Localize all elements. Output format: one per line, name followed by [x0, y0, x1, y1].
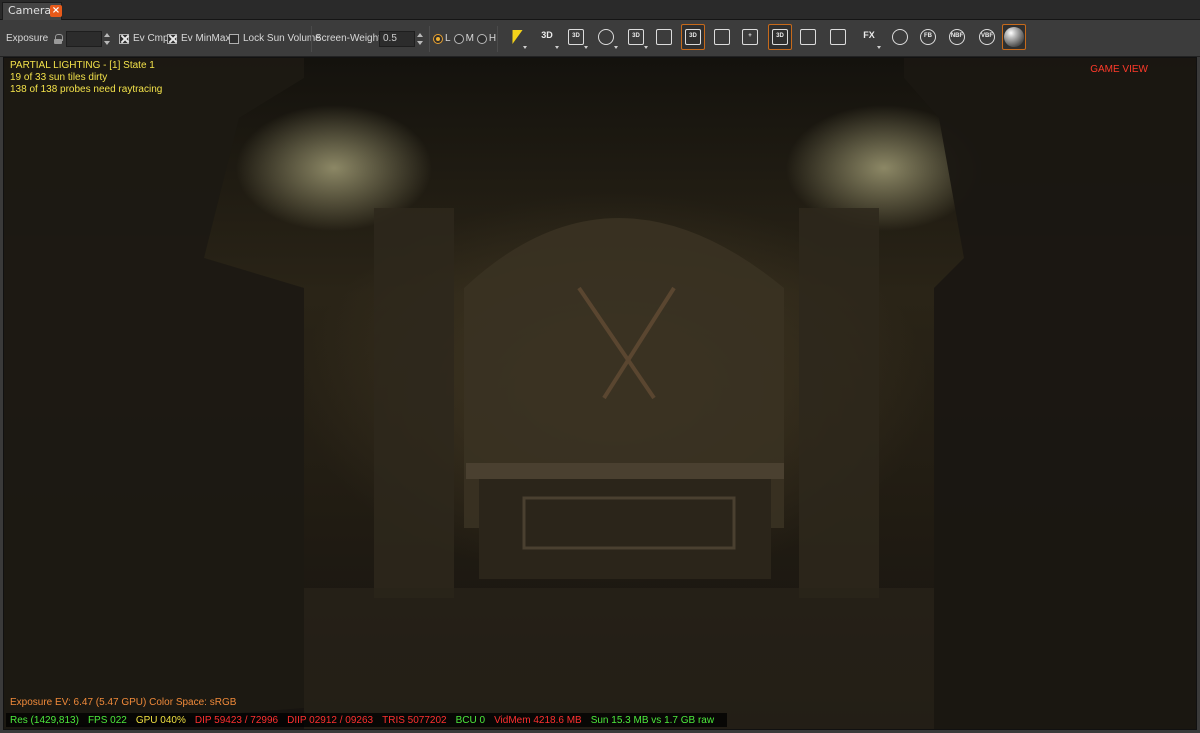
toolbar-separator — [429, 25, 430, 52]
lightning-icon — [507, 30, 523, 44]
lighting-state-text: PARTIAL LIGHTING - [1] State 1 — [10, 60, 155, 71]
lock-box-icon — [656, 29, 672, 45]
add-probe-icon: + — [742, 29, 758, 45]
ev-minmax-checkbox[interactable] — [167, 33, 177, 44]
dip-stat: DIP 59423 / 72996 — [194, 714, 279, 726]
performance-status-bar: Res (1429,813) FPS 022 GPU 040% DIP 5942… — [6, 713, 728, 727]
view-3d-icon: 3D — [568, 29, 584, 45]
select-2d-button[interactable] — [710, 24, 734, 50]
nbf-button[interactable]: NBF — [945, 24, 969, 50]
close-icon[interactable]: × — [50, 5, 62, 17]
fb-icon: FB — [920, 29, 936, 45]
frame-3d-button[interactable]: 3D — [768, 24, 792, 50]
toolbar-separator — [311, 25, 312, 52]
fx-icon: FX — [863, 30, 875, 40]
tab-camera-label: Camera — [8, 4, 52, 17]
toolbar-separator — [497, 25, 498, 52]
grid-sphere-button[interactable] — [888, 24, 912, 50]
exposure-spinner[interactable] — [103, 31, 111, 47]
nbf-icon: NBF — [949, 29, 965, 45]
tab-bar: Camera × — [0, 0, 1200, 20]
camera-3d-icon: 3D — [541, 30, 553, 40]
vidmem-stat: VidMem 4218.6 MB — [494, 714, 582, 726]
quality-radio-l[interactable] — [433, 33, 443, 44]
material-sphere-button[interactable] — [1002, 24, 1026, 50]
lighting-status-overlay: PARTIAL LIGHTING - [1] State 1 19 of 33 … — [10, 60, 162, 96]
quality-label-h: H — [488, 33, 497, 44]
frame-icon — [800, 29, 816, 45]
lock-sun-volume-label: Lock Sun Volume — [243, 33, 321, 44]
vbf-button[interactable]: VBF — [975, 24, 999, 50]
sun-tiles-text: 19 of 33 sun tiles dirty — [10, 72, 108, 83]
grid-sphere-icon — [892, 29, 908, 45]
res-stat: Res (1429,813) — [10, 714, 79, 726]
bcu-stat: BCU 0 — [455, 714, 486, 726]
fps-stat: FPS 022 — [87, 714, 127, 726]
quality-radio-m[interactable] — [453, 33, 464, 44]
game-viewport[interactable]: PARTIAL LIGHTING - [1] State 1 19 of 33 … — [3, 57, 1197, 730]
tab-camera[interactable]: Camera × — [2, 2, 62, 20]
quality-label-m: M — [465, 33, 474, 44]
select-3d-button[interactable]: 3D — [681, 24, 705, 50]
lock-icon[interactable] — [54, 33, 64, 44]
light-bulb-icon — [598, 29, 614, 45]
ev-cmp-label: Ev Cmp — [133, 33, 169, 44]
quality-label-l: L — [445, 33, 451, 44]
edit-icon — [830, 29, 846, 45]
sun-memory-stat: Sun 15.3 MB vs 1.7 GB raw — [590, 714, 715, 726]
screen-weight-spinner[interactable] — [416, 31, 424, 47]
gpu-stat: GPU 040% — [135, 714, 186, 726]
camera-window: Camera × Exposure Ev Cmp Ev MinMax Lock … — [0, 0, 1200, 733]
vbf-icon: VBF — [979, 29, 995, 45]
toolbar: Exposure Ev Cmp Ev MinMax Lock Sun Volum… — [0, 20, 1200, 57]
box-3d-icon: 3D — [628, 29, 644, 45]
view-3d-button[interactable]: 3D — [564, 24, 588, 50]
camera-3d-button[interactable]: 3D — [535, 24, 559, 50]
material-sphere-icon — [1004, 27, 1024, 47]
light-button[interactable] — [594, 24, 618, 50]
quality-radio-h[interactable] — [476, 33, 487, 44]
exposure-input[interactable] — [66, 30, 102, 47]
exposure-label: Exposure — [6, 33, 49, 44]
frame-3d-icon: 3D — [772, 29, 788, 45]
probes-text: 138 of 138 probes need raytracing — [10, 84, 163, 95]
game-view-label: GAME VIEW — [1090, 64, 1148, 75]
ev-minmax-label: Ev MinMax — [181, 33, 231, 44]
edit-button[interactable] — [826, 24, 850, 50]
lock-box-button[interactable] — [652, 24, 676, 50]
box-3d-button[interactable]: 3D — [624, 24, 648, 50]
exposure-ev-text: Exposure EV: 6.47 (5.47 GPU) Color Space… — [10, 697, 237, 708]
diip-stat: DIIP 02912 / 09263 — [287, 714, 374, 726]
select-2d-icon — [714, 29, 730, 45]
fb-button[interactable]: FB — [916, 24, 940, 50]
screen-weight-input[interactable]: 0.5 — [379, 30, 415, 47]
frame-button[interactable] — [796, 24, 820, 50]
tris-stat: TRIS 5077202 — [382, 714, 447, 726]
bake-lighting-button[interactable] — [503, 24, 527, 50]
ev-cmp-checkbox[interactable] — [119, 33, 129, 44]
add-probe-button[interactable]: + — [738, 24, 762, 50]
select-3d-icon: 3D — [685, 29, 701, 45]
lock-sun-volume-checkbox[interactable] — [229, 33, 239, 44]
screen-weight-label: Screen-Weight — [315, 33, 381, 44]
fx-button[interactable]: FX — [857, 24, 881, 50]
dungeon-scene-render — [4, 58, 1196, 729]
